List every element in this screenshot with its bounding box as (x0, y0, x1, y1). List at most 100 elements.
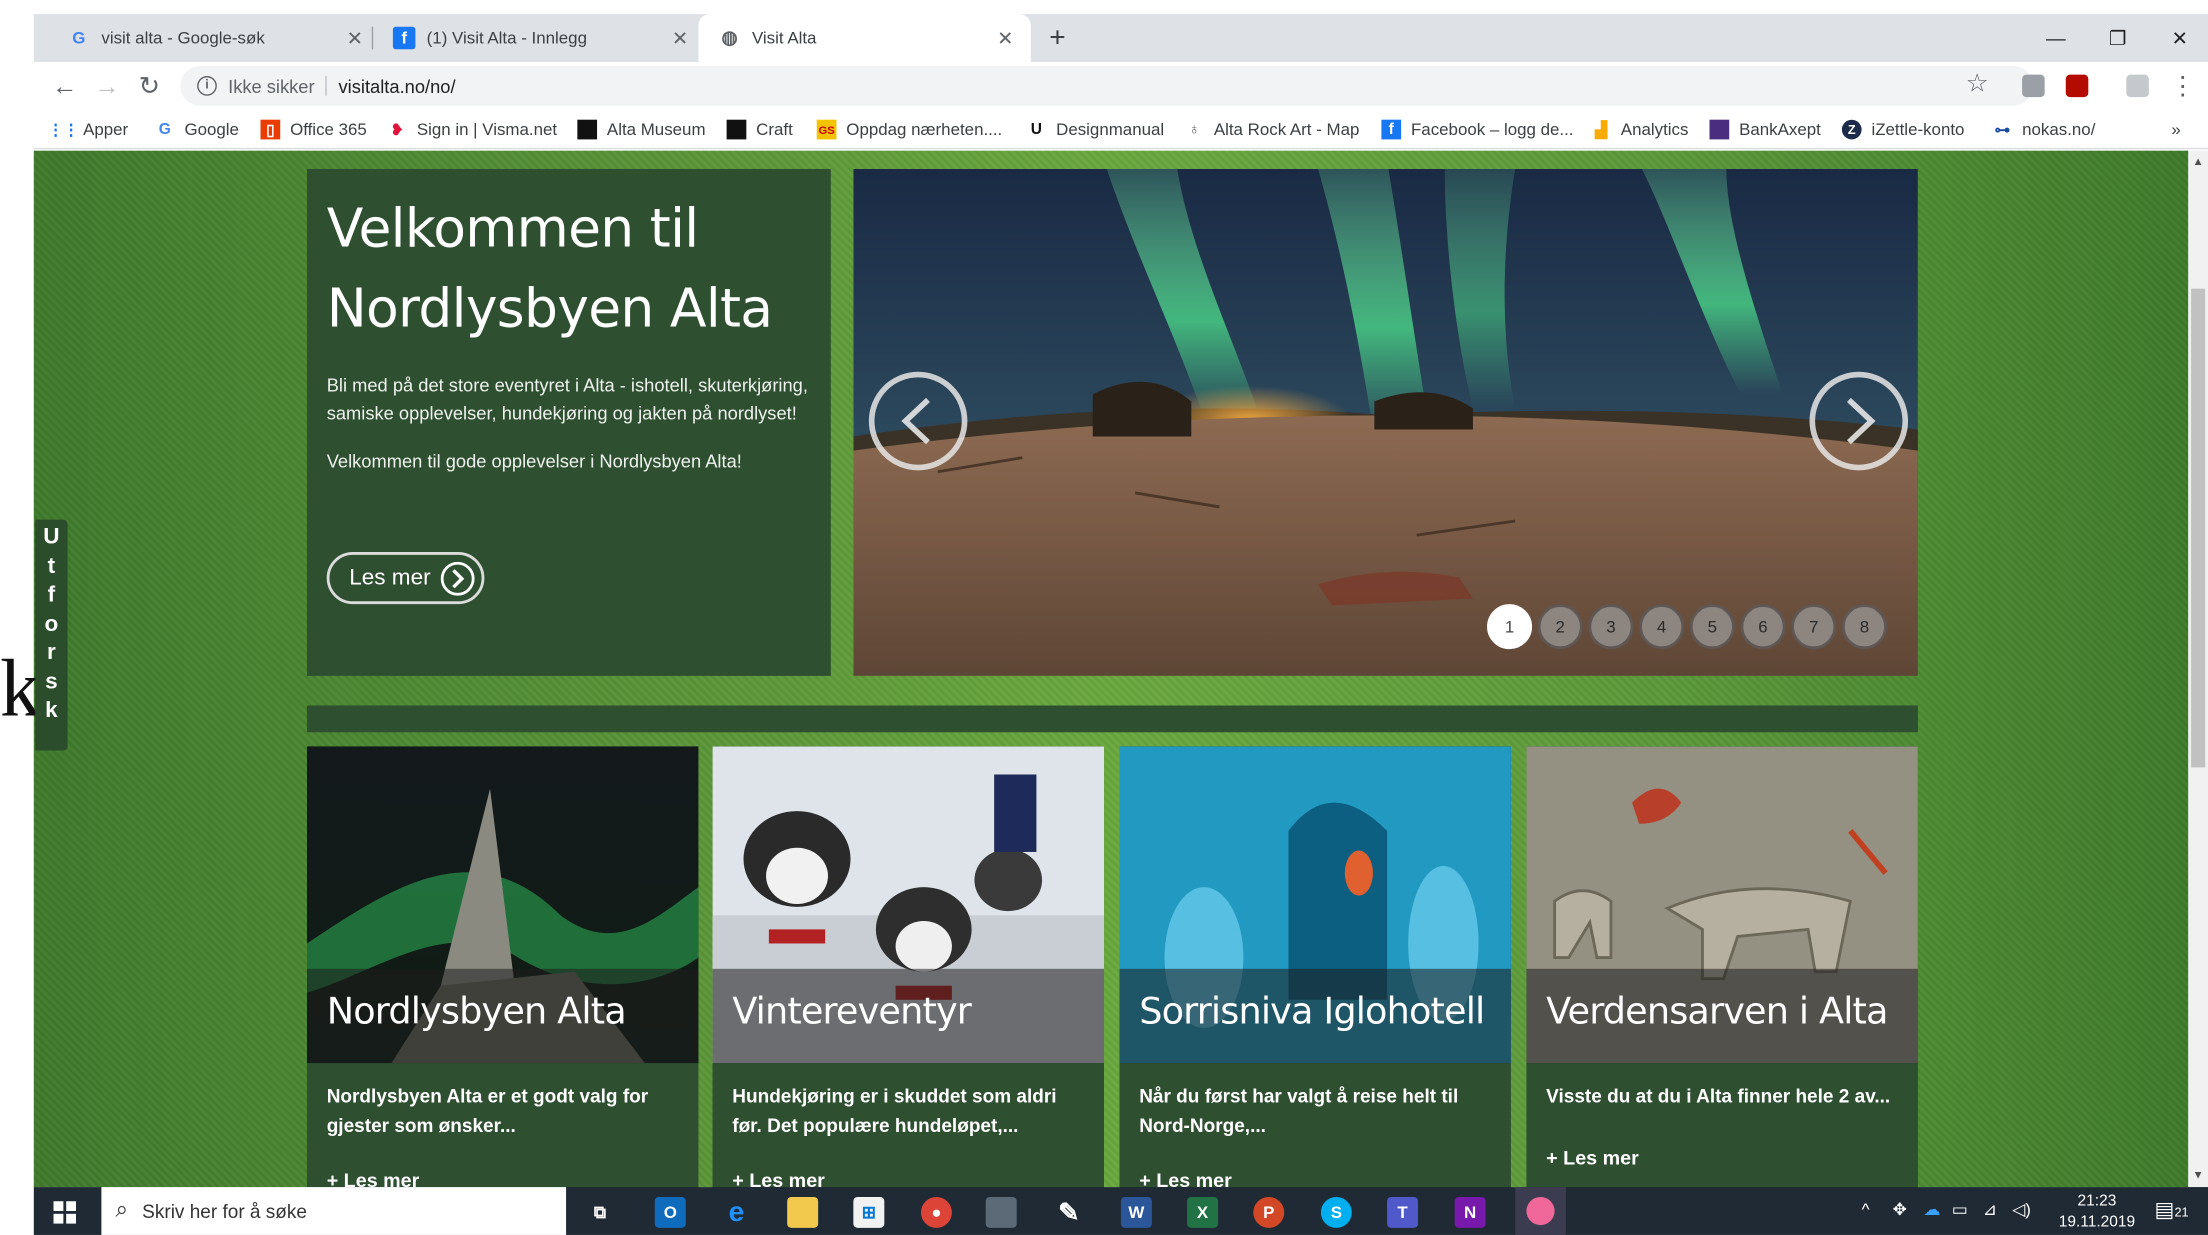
extension-icon[interactable] (2022, 74, 2045, 98)
bookmark-google[interactable]: G Google (155, 117, 239, 142)
pdf-extension-icon[interactable] (2065, 74, 2089, 98)
close-tab-icon[interactable]: ✕ (669, 26, 692, 50)
les-mer-button[interactable]: Les mer (326, 551, 485, 605)
more-bookmarks-icon[interactable]: » (2171, 117, 2180, 142)
welcome-text: Bli med på det store eventyret i Alta - … (326, 374, 808, 424)
browser-toolbar: ← → ↻ i Ikke sikker visitalta.no/no/ ☆ ⋮ (33, 61, 2208, 110)
volume-icon[interactable]: ◁) (2012, 1200, 2031, 1220)
slider-dot[interactable]: 5 (1689, 604, 1735, 650)
visma-icon: ❥ (390, 121, 404, 139)
izettle-icon: Z (1841, 119, 1862, 140)
section-divider (306, 705, 1918, 733)
bookmark-alta-museum[interactable]: Alta Museum (577, 117, 706, 142)
card-description: Når du først har valgt å reise helt til … (1139, 1085, 1459, 1137)
bookmark-bankaxept[interactable]: BankAxept (1709, 117, 1821, 142)
slider-dot[interactable]: 7 (1791, 604, 1837, 650)
card-title: Nordlysbyen Alta (306, 968, 699, 1064)
teams-icon[interactable]: T (1387, 1196, 1419, 1228)
facebook-icon: f (392, 26, 416, 50)
new-tab-button[interactable]: + (1041, 21, 1075, 55)
craft-icon (726, 119, 747, 140)
bookmark-izettle[interactable]: ZiZettle-konto (1841, 117, 1964, 142)
gs-icon: GS (816, 119, 837, 140)
bookmark-analytics[interactable]: ▟ Analytics (1591, 117, 1688, 142)
chevron-right-circle-icon (440, 561, 475, 596)
utforsk-side-tab[interactable]: U t f o r s k (35, 519, 68, 751)
excel-icon[interactable]: X (1187, 1196, 1219, 1228)
analytics-icon: ▟ (1595, 121, 1608, 139)
slider-dot[interactable]: 1 (1487, 604, 1533, 650)
card-sorrisniva[interactable]: Sorrisniva Iglohotell Når du først har v… (1119, 746, 1511, 1197)
globe-icon: ◍ (721, 26, 738, 48)
edge-icon[interactable]: e (721, 1196, 752, 1228)
slider-next-icon[interactable] (1809, 371, 1909, 471)
pen-icon[interactable]: ✎ (1053, 1197, 1084, 1228)
info-icon[interactable]: i (197, 76, 217, 96)
close-window-button[interactable]: ✕ (2152, 20, 2208, 57)
forward-icon[interactable]: → (90, 69, 124, 103)
menu-icon[interactable]: ⋮ (2166, 69, 2200, 103)
powerpoint-icon[interactable]: P (1253, 1196, 1285, 1228)
outlook-icon[interactable]: O (654, 1196, 686, 1228)
dropbox-icon[interactable]: ✥ (1893, 1200, 1907, 1220)
bookmark-nokas[interactable]: ⊶ nokas.no/ (1993, 117, 2096, 142)
apps-grid-icon: ⋮⋮ (47, 121, 79, 139)
bookmark-alta-rock-art[interactable]: ♁ Alta Rock Art - Map (1184, 117, 1359, 142)
reload-icon[interactable]: ↻ (132, 69, 166, 103)
slider-dot[interactable]: 2 (1537, 604, 1583, 650)
card-verdensarven[interactable]: Verdensarven i Alta Visste du at du i Al… (1526, 746, 1918, 1197)
close-tab-icon[interactable]: ✕ (994, 26, 1017, 50)
bookmark-craft[interactable]: Craft (726, 117, 793, 142)
bookmark-visma[interactable]: ❥ Sign in | Visma.net (387, 117, 557, 142)
slider-dot[interactable]: 6 (1740, 604, 1786, 650)
pen-tray-icon[interactable]: ⊿ (1983, 1200, 1997, 1220)
task-view-icon[interactable]: ⧉ (584, 1197, 615, 1228)
card-les-mer-link[interactable]: + Les mer (1546, 1146, 1639, 1169)
bookmark-star-icon[interactable]: ☆ (1966, 69, 1989, 99)
store-icon[interactable]: ⊞ (853, 1196, 885, 1228)
itunes-icon[interactable] (1515, 1187, 1566, 1235)
word-icon[interactable]: W (1120, 1196, 1152, 1228)
extension-icon[interactable] (2126, 74, 2149, 98)
close-tab-icon[interactable]: ✕ (344, 26, 367, 50)
tab-google-search[interactable]: G visit alta - Google-søk ✕ (48, 14, 380, 62)
card-nordlysbyen[interactable]: Nordlysbyen Alta Nordlysbyen Alta er et … (306, 746, 699, 1197)
file-explorer-icon[interactable] (787, 1196, 819, 1228)
taskbar-search-input[interactable]: ⌕ Skriv her for å søke (101, 1187, 567, 1235)
slider-prev-icon[interactable] (868, 371, 968, 471)
skype-icon[interactable]: S (1320, 1196, 1352, 1228)
taskbar-clock[interactable]: 21:23 19.11.2019 (2059, 1191, 2135, 1233)
bookmark-facebook[interactable]: f Facebook – logg de... (1381, 117, 1574, 142)
bankaxept-icon (1709, 119, 1730, 140)
card-vintereventyr[interactable]: Vintereventyr Hundekjøring er i skuddet … (712, 746, 1104, 1197)
slider-dot[interactable]: 8 (1841, 604, 1887, 650)
windows-start-icon[interactable] (53, 1201, 77, 1224)
tab-facebook[interactable]: f (1) Visit Alta - Innlegg ✕ (373, 14, 705, 62)
hero-slider[interactable]: 1 2 3 4 5 6 7 8 (853, 168, 1918, 676)
minimize-button[interactable]: — (2028, 20, 2084, 57)
chrome-icon[interactable]: ● (920, 1196, 952, 1228)
onedrive-icon[interactable]: ☁ (1924, 1200, 1941, 1220)
address-bar[interactable]: i Ikke sikker visitalta.no/no/ (180, 66, 2034, 106)
bookmark-apper[interactable]: ⋮⋮ Apper (47, 117, 128, 142)
slider-dot[interactable]: 3 (1588, 604, 1634, 650)
scrollbar-thumb[interactable] (2191, 288, 2206, 768)
tray-expand-icon[interactable]: ^ (1862, 1200, 1870, 1220)
network-icon[interactable]: ▭ (1952, 1200, 1968, 1220)
onenote-icon[interactable]: N (1454, 1196, 1486, 1228)
slider-dot[interactable]: 4 (1639, 604, 1685, 650)
bookmark-designmanual[interactable]: U Designmanual (1027, 117, 1164, 142)
app-icon[interactable] (985, 1196, 1017, 1228)
notification-center-icon[interactable]: ▤21 (2154, 1197, 2188, 1222)
card-description: Hundekjøring er i skuddet som aldri før.… (732, 1085, 1057, 1137)
scroll-down-icon[interactable]: ▼ (2191, 1169, 2205, 1182)
tab-visit-alta[interactable]: ◍ Visit Alta ✕ (698, 14, 1031, 62)
google-icon: G (158, 121, 171, 138)
bookmark-office[interactable]: ▯ Office 365 (260, 117, 367, 142)
museum-icon (577, 119, 598, 140)
back-icon[interactable]: ← (48, 69, 82, 103)
restore-button[interactable]: ❐ (2090, 20, 2146, 57)
scroll-up-icon[interactable]: ▲ (2191, 155, 2205, 168)
bookmark-oppdag[interactable]: GS Oppdag nærheten.... (816, 117, 1002, 142)
rockart-icon: ♁ (1188, 121, 1200, 138)
